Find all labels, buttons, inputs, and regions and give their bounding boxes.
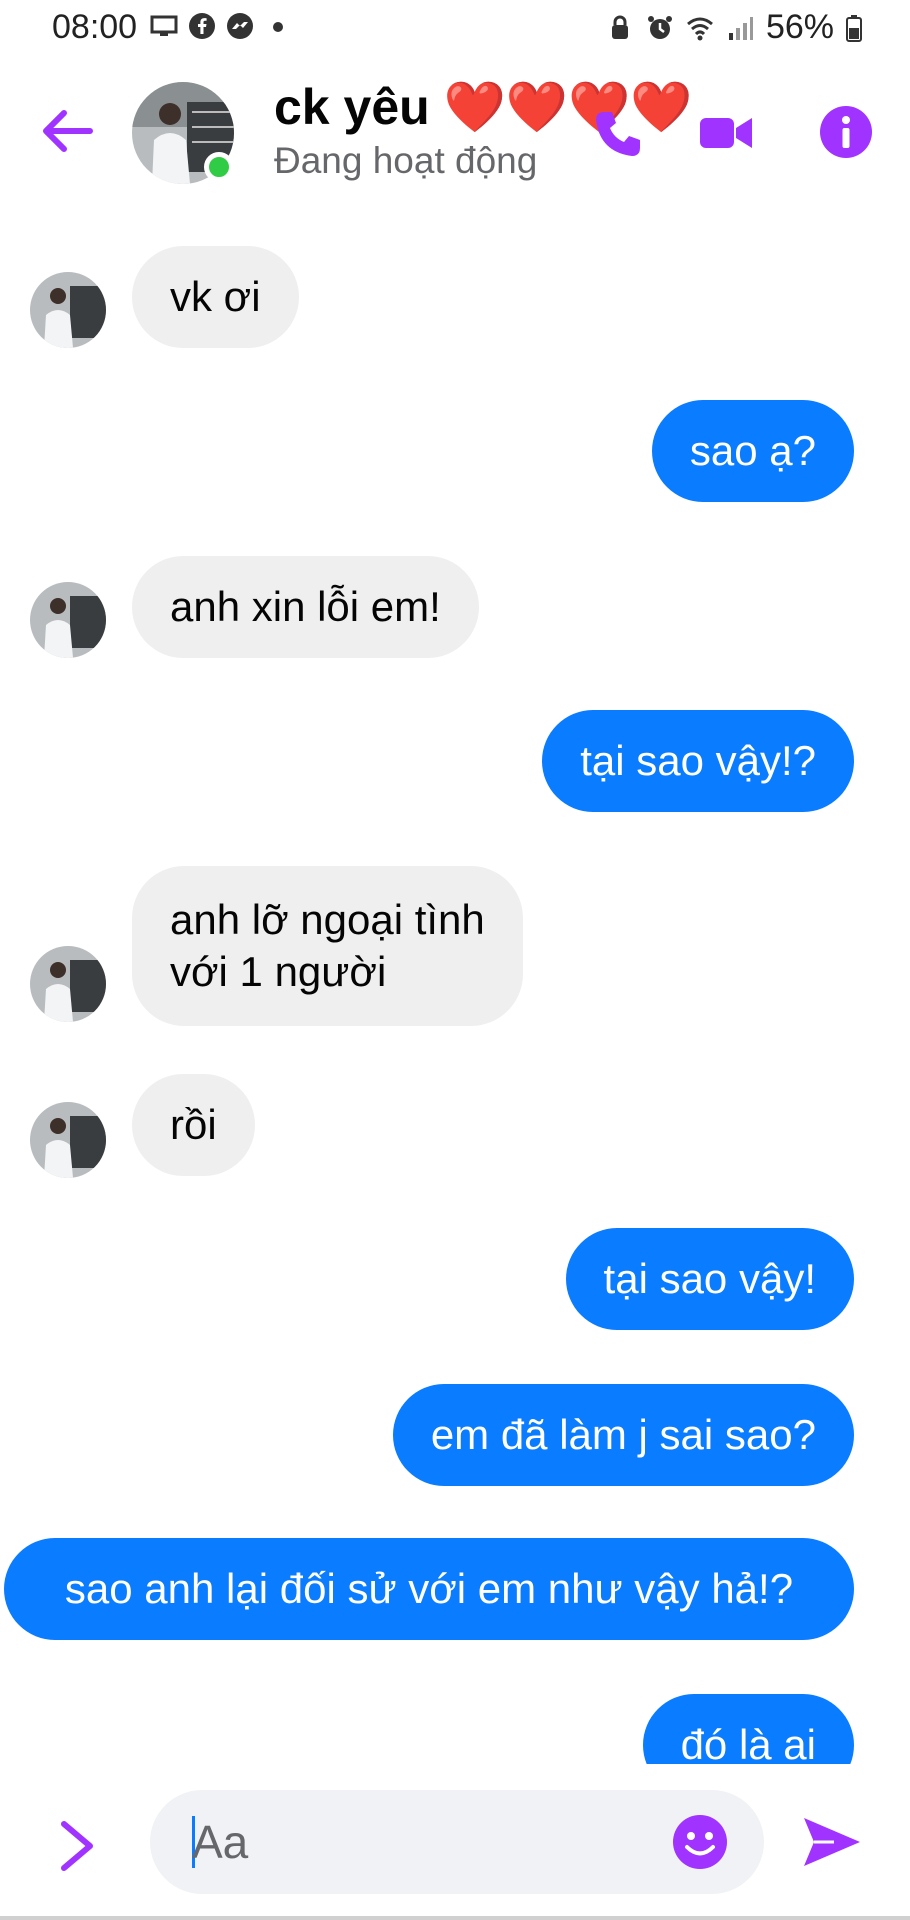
chevron-right-icon[interactable] <box>52 1816 102 1876</box>
message-bubble-outgoing[interactable]: đó là ai <box>642 1694 854 1764</box>
message-bubble-outgoing[interactable]: sao anh lại đối sử với em như vậy hả!? <box>4 1538 854 1640</box>
message-bubble-outgoing[interactable]: sao ạ? <box>651 400 854 502</box>
message-list[interactable]: vk ơi sao ạ? anh xin lỗi em! tại sao vậy… <box>0 0 910 1764</box>
message-bubble-incoming[interactable]: rồi <box>132 1074 255 1176</box>
message-bubble-outgoing[interactable]: tại sao vậy! <box>565 1228 854 1330</box>
sender-avatar[interactable] <box>30 946 106 1022</box>
message-bubble-incoming[interactable]: anh lỡ ngoại tình với 1 người <box>132 866 523 1026</box>
sender-avatar[interactable] <box>30 582 106 658</box>
message-composer <box>0 1770 910 1920</box>
sender-avatar[interactable] <box>30 272 106 348</box>
message-bubble-outgoing[interactable]: tại sao vậy!? <box>542 710 854 812</box>
send-icon[interactable] <box>800 1810 864 1874</box>
message-input-wrapper[interactable] <box>150 1790 764 1894</box>
message-bubble-incoming[interactable]: anh xin lỗi em! <box>132 556 479 658</box>
system-nav-bar <box>0 1916 910 1920</box>
emoji-icon[interactable] <box>670 1812 730 1872</box>
sender-avatar[interactable] <box>30 1102 106 1178</box>
message-input[interactable] <box>192 1790 652 1894</box>
message-bubble-outgoing[interactable]: em đã làm j sai sao? <box>392 1384 854 1486</box>
message-bubble-incoming[interactable]: vk ơi <box>132 246 299 348</box>
